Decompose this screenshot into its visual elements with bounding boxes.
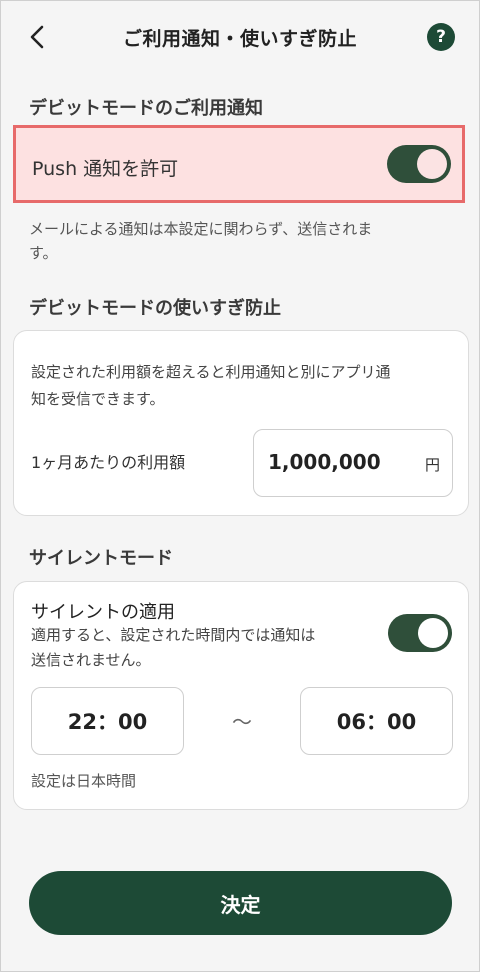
start-time-field[interactable]: 22：00: [31, 687, 184, 755]
help-icon[interactable]: ?: [427, 23, 455, 51]
overuse-card: 設定された利用額を超えると利用通知と別にアプリ通 知を受信できます。 1ヶ月あた…: [13, 330, 469, 516]
silent-description: 適用すると、設定された時間内では通知は 送信されません。: [31, 623, 315, 673]
silent-apply-label: サイレントの適用: [31, 602, 175, 623]
silent-desc-line1: 適用すると、設定された時間内では通知は: [31, 626, 316, 644]
push-notification-label: Push 通知を許可: [32, 158, 179, 180]
monthly-amount-value: 1,000,000: [268, 450, 381, 474]
toggle-knob: [417, 149, 447, 179]
page-title: ご利用通知・使いすぎ防止: [122, 27, 357, 50]
overuse-desc-line2: 知を受信できます。: [31, 390, 165, 408]
end-time-field[interactable]: 06：00: [300, 687, 453, 755]
time-range-separator: ～: [232, 710, 252, 734]
silent-section-title: サイレントモード: [29, 548, 173, 569]
header: ご利用通知・使いすぎ防止 ?: [1, 1, 479, 73]
monthly-amount-input[interactable]: 1,000,000 円: [253, 429, 453, 497]
yen-unit: 円: [424, 456, 440, 474]
app-screen: ご利用通知・使いすぎ防止 ? デビットモードのご利用通知 Push 通知を許可 …: [0, 0, 480, 972]
push-notification-toggle[interactable]: [387, 145, 451, 183]
timezone-note: 設定は日本時間: [31, 772, 137, 790]
overuse-section-title: デビットモードの使いすぎ防止: [29, 298, 281, 319]
email-note-line2: す。: [29, 244, 58, 262]
back-button[interactable]: [23, 23, 51, 51]
toggle-knob: [418, 618, 448, 648]
silent-card: サイレントの適用 適用すると、設定された時間内では通知は 送信されません。 22…: [13, 581, 469, 810]
overuse-description: 設定された利用額を超えると利用通知と別にアプリ通 知を受信できます。: [31, 359, 391, 413]
chevron-left-icon: [30, 25, 44, 49]
silent-desc-line2: 送信されません。: [31, 651, 151, 669]
silent-mode-toggle[interactable]: [388, 614, 452, 652]
submit-button[interactable]: 決定: [29, 871, 452, 935]
debit-notice-section-title: デビットモードのご利用通知: [29, 98, 263, 119]
push-notification-row: Push 通知を許可: [13, 125, 465, 203]
email-note: メールによる通知は本設定に関わらず、送信されま す。: [29, 217, 372, 265]
overuse-desc-line1: 設定された利用額を超えると利用通知と別にアプリ通: [31, 363, 391, 381]
monthly-amount-label: 1ヶ月あたりの利用額: [31, 453, 186, 472]
email-note-line1: メールによる通知は本設定に関わらず、送信されま: [29, 220, 373, 238]
